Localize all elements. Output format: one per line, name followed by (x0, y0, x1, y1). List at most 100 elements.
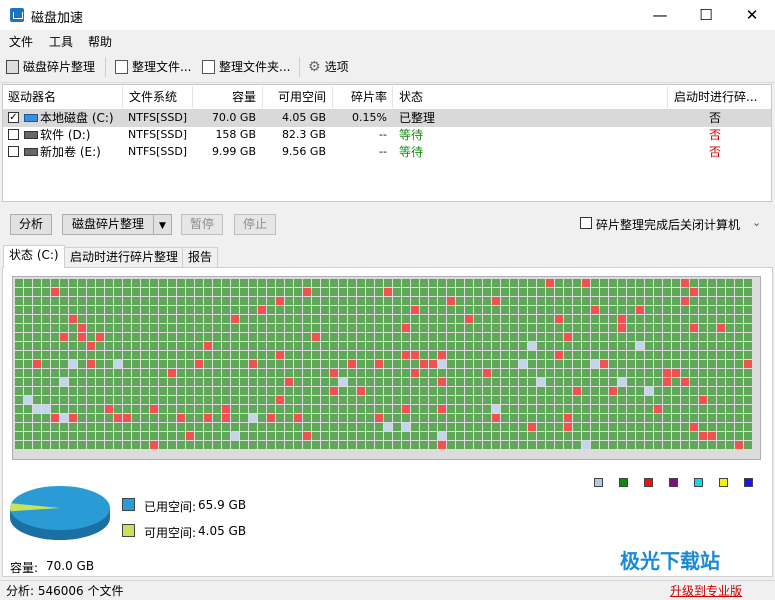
free-space-swatch (122, 524, 135, 537)
cluster-block (627, 405, 635, 413)
cluster-block (690, 342, 698, 350)
close-button[interactable]: ✕ (729, 0, 775, 30)
cluster-block (681, 342, 689, 350)
cluster-block (591, 441, 599, 449)
cluster-block (321, 324, 329, 332)
cluster-block (42, 441, 50, 449)
cluster-block (699, 279, 707, 287)
drive-checkbox[interactable] (8, 146, 19, 157)
toolbar-options-button[interactable]: ⚙ 选项 (308, 58, 349, 75)
cluster-block (168, 333, 176, 341)
shutdown-checkbox[interactable] (580, 217, 592, 229)
toolbar-defrag-button[interactable]: 磁盘碎片整理 (6, 58, 95, 75)
cluster-block (573, 279, 581, 287)
menu-tools[interactable]: 工具 (49, 33, 73, 50)
cluster-block (375, 405, 383, 413)
cluster-block (492, 315, 500, 323)
menu-help[interactable]: 帮助 (88, 33, 112, 50)
cluster-block (501, 324, 509, 332)
cluster-block (402, 324, 410, 332)
drive-row[interactable]: 新加卷 (E:) NTFS[SSD] 9.99 GB 9.56 GB -- 等待… (3, 143, 771, 161)
column-header-frag[interactable]: 碎片率 (351, 86, 387, 108)
tab-report[interactable]: 报告 (182, 247, 219, 267)
analyze-button[interactable]: 分析 (10, 214, 52, 235)
pause-button[interactable]: 暂停 (181, 214, 223, 235)
cluster-block (330, 369, 338, 377)
cluster-block (294, 378, 302, 386)
column-header-free[interactable]: 可用空间 (278, 86, 326, 108)
cluster-block (24, 387, 32, 395)
cluster-block (204, 297, 212, 305)
cluster-block (645, 387, 653, 395)
chevron-down-icon[interactable]: ⌄ (752, 216, 761, 229)
cluster-block (168, 378, 176, 386)
toolbar-defrag-folder-button[interactable]: 整理文件夹... (202, 58, 290, 75)
cluster-block (123, 279, 131, 287)
cluster-block (645, 297, 653, 305)
file-icon (115, 59, 128, 74)
column-header-boot[interactable]: 启动时进行碎... (674, 86, 757, 108)
cluster-block (681, 333, 689, 341)
drive-checkbox[interactable] (8, 129, 19, 140)
cluster-block (348, 279, 356, 287)
cluster-block (429, 414, 437, 422)
defrag-dropdown-button[interactable]: ▼ (153, 214, 172, 235)
drive-checkbox[interactable]: ✓ (8, 112, 19, 123)
column-header-fs[interactable]: 文件系统 (129, 86, 177, 108)
stop-button[interactable]: 停止 (234, 214, 276, 235)
cluster-block (474, 441, 482, 449)
cluster-block (321, 387, 329, 395)
cluster-block (402, 414, 410, 422)
column-header-status[interactable]: 状态 (399, 86, 423, 108)
cluster-block (285, 351, 293, 359)
toolbar-defrag-files-button[interactable]: 整理文件... (115, 58, 191, 75)
cluster-block (312, 396, 320, 404)
cluster-block (492, 378, 500, 386)
cluster-block (447, 279, 455, 287)
defrag-button[interactable]: 磁盘碎片整理 (62, 214, 154, 235)
cluster-block (744, 369, 752, 377)
tab-boot-defrag[interactable]: 启动时进行碎片整理 (64, 247, 185, 267)
cluster-block (573, 405, 581, 413)
cluster-block (537, 324, 545, 332)
cluster-block (537, 414, 545, 422)
cluster-block (366, 423, 374, 431)
cluster-block (600, 396, 608, 404)
cluster-block (186, 315, 194, 323)
used-space-value: 65.9 GB (198, 498, 247, 512)
cluster-block (564, 351, 572, 359)
cluster-block (573, 396, 581, 404)
cluster-block (582, 288, 590, 296)
cluster-block (564, 324, 572, 332)
cluster-block (582, 315, 590, 323)
cluster-block (222, 441, 230, 449)
cluster-block (357, 306, 365, 314)
cluster-block (627, 279, 635, 287)
drive-row[interactable]: 软件 (D:) NTFS[SSD] 158 GB 82.3 GB -- 等待 否 (3, 126, 771, 144)
cluster-block (447, 351, 455, 359)
menu-file[interactable]: 文件 (9, 33, 33, 50)
cluster-block (348, 387, 356, 395)
tab-status[interactable]: 状态 (C:) (3, 245, 65, 268)
cluster-block (654, 441, 662, 449)
minimize-button[interactable]: — (637, 0, 683, 30)
cluster-block (627, 432, 635, 440)
column-header-capacity[interactable]: 容量 (232, 86, 256, 108)
cluster-block (78, 432, 86, 440)
cluster-block (708, 432, 716, 440)
cluster-block (411, 360, 419, 368)
cluster-block (204, 396, 212, 404)
cluster-block (735, 441, 743, 449)
cluster-block (528, 351, 536, 359)
cluster-block (465, 333, 473, 341)
drive-row[interactable]: ✓ 本地磁盘 (C:) NTFS[SSD] 70.0 GB 4.05 GB 0.… (3, 109, 771, 127)
free-space-value: 4.05 GB (198, 524, 247, 538)
maximize-button[interactable]: ☐ (683, 0, 729, 30)
cluster-block (501, 297, 509, 305)
upgrade-link[interactable]: 升级到专业版 (670, 582, 742, 599)
column-header-drive[interactable]: 驱动器名 (8, 86, 56, 108)
cluster-block (384, 414, 392, 422)
cluster-block (636, 432, 644, 440)
cluster-block (618, 306, 626, 314)
cluster-block (51, 414, 59, 422)
